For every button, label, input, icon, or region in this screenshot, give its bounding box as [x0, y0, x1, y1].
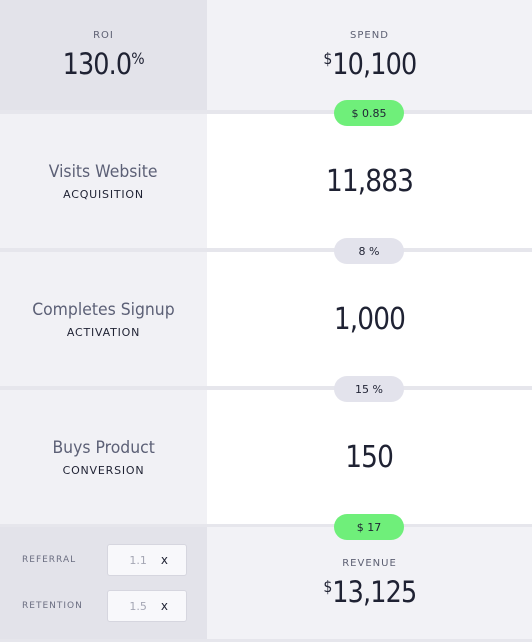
roi-value: 130.0%: [62, 47, 144, 81]
funnel-stage-activation: Completes Signup ACTIVATION 1,000: [0, 252, 532, 386]
cost-per-visit-pill[interactable]: $ 0.85: [334, 100, 404, 126]
stage-title: Buys Product: [52, 437, 155, 458]
stage-subtitle: ACTIVATION: [66, 325, 141, 339]
stage-value[interactable]: 11,883: [326, 164, 414, 199]
spend-number: 10,100: [331, 46, 417, 81]
funnel-stage-acquisition: Visits Website ACQUISITION 11,883: [0, 114, 532, 248]
roi-number: 130.0: [62, 46, 132, 81]
spend-value: $10,100: [322, 46, 417, 81]
roi-unit: %: [131, 48, 145, 68]
stage-value[interactable]: 1,000: [334, 302, 406, 337]
spend-panel: SPEND $10,100: [207, 0, 532, 110]
spend-label: SPEND: [350, 29, 389, 41]
revenue-value: $13,125: [322, 574, 417, 609]
conversion-rate-pill[interactable]: 15 %: [334, 376, 404, 402]
retention-value: 1.5: [129, 599, 147, 613]
revenue-number: 13,125: [331, 574, 417, 609]
stage-label-panel: Buys Product CONVERSION: [0, 390, 207, 524]
multiplier-symbol: x: [160, 599, 168, 613]
retention-label: RETENTION: [22, 601, 83, 611]
roi-label: ROI: [93, 29, 114, 41]
referral-value: 1.1: [129, 553, 147, 567]
stage-title: Completes Signup: [32, 299, 175, 320]
retention-input[interactable]: 1.5 x: [107, 590, 187, 622]
revenue-currency: $: [322, 576, 332, 596]
activation-rate-pill[interactable]: 8 %: [334, 238, 404, 264]
stage-label-panel: Completes Signup ACTIVATION: [0, 252, 207, 386]
stage-subtitle: ACQUISITION: [63, 187, 144, 201]
revenue-label: REVENUE: [342, 557, 397, 569]
retention-row: RETENTION 1.5 x: [0, 583, 207, 639]
stage-value-panel: 11,883: [207, 114, 532, 248]
stage-title: Visits Website: [49, 161, 158, 182]
multiplier-symbol: x: [160, 553, 168, 567]
stage-value-panel: 1,000: [207, 252, 532, 386]
referral-row: REFERRAL 1.1 x: [0, 527, 207, 583]
spend-currency: $: [322, 48, 332, 68]
stage-value[interactable]: 150: [346, 440, 395, 475]
price-pill[interactable]: $ 17: [334, 514, 404, 540]
funnel-stage-conversion: Buys Product CONVERSION 150: [0, 390, 532, 524]
multipliers-panel: REFERRAL 1.1 x RETENTION 1.5 x: [0, 527, 207, 639]
stage-subtitle: CONVERSION: [62, 463, 145, 477]
stage-value-panel: 150: [207, 390, 532, 524]
referral-label: REFERRAL: [22, 555, 77, 565]
referral-input[interactable]: 1.1 x: [107, 544, 187, 576]
roi-panel: ROI 130.0%: [0, 0, 207, 110]
revenue-panel: REVENUE $13,125: [207, 527, 532, 639]
summary-row: ROI 130.0% SPEND $10,100: [0, 0, 532, 110]
revenue-row: REFERRAL 1.1 x RETENTION 1.5 x REVENUE $…: [0, 527, 532, 639]
stage-label-panel: Visits Website ACQUISITION: [0, 114, 207, 248]
